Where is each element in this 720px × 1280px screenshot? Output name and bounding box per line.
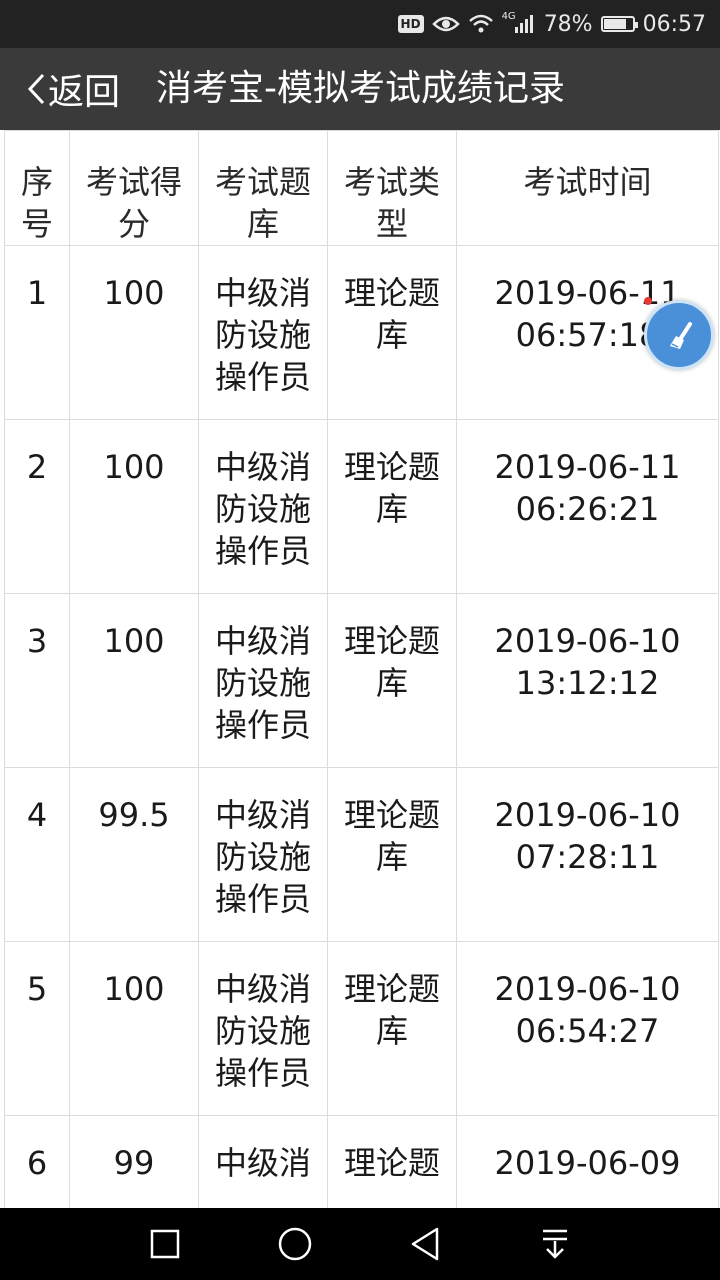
cell-score: 99.5 xyxy=(69,767,199,942)
records-table-container[interactable]: 序号 考试得分 考试题库 考试类型 考试时间 1 100 中级消防设施操作员 理… xyxy=(0,130,720,1208)
cell-type: 理论题库 xyxy=(327,245,457,420)
table-row: 6 99 中级消 理论题 2019-06-09 xyxy=(4,1115,719,1208)
cell-no: 4 xyxy=(4,767,70,942)
cell-date-text: 2019-06-10 xyxy=(494,796,681,834)
cell-time: 2019-06-10 07:28:11 xyxy=(456,767,719,942)
cell-time-text: 06:54:27 xyxy=(515,1012,660,1050)
cell-score: 99 xyxy=(69,1115,199,1208)
battery-level-fill xyxy=(603,19,626,29)
cell-type: 理论题 xyxy=(327,1115,457,1208)
recents-button[interactable] xyxy=(140,1219,190,1269)
table-row: 3 100 中级消防设施操作员 理论题库 2019-06-10 13:12:12 xyxy=(4,593,719,768)
clock: 06:57 xyxy=(642,11,706,37)
cell-score: 100 xyxy=(69,941,199,1116)
column-header-score: 考试得分 xyxy=(69,130,199,246)
network-type-label: 4G xyxy=(501,10,516,22)
table-row: 1 100 中级消防设施操作员 理论题库 2019-06-11 06:57:18 xyxy=(4,245,719,420)
square-recents-icon xyxy=(150,1229,180,1259)
cell-time: 2019-06-10 06:54:27 xyxy=(456,941,719,1116)
column-header-no: 序号 xyxy=(4,130,70,246)
notification-pulldown-icon xyxy=(543,1229,567,1259)
cell-bank: 中级消防设施操作员 xyxy=(198,767,328,942)
home-button[interactable] xyxy=(270,1219,320,1269)
cell-bank: 中级消防设施操作员 xyxy=(198,419,328,594)
records-table: 序号 考试得分 考试题库 考试类型 考试时间 1 100 中级消防设施操作员 理… xyxy=(4,130,719,1208)
cell-time: 2019-06-10 13:12:12 xyxy=(456,593,719,768)
chevron-left-icon xyxy=(27,73,45,105)
notification-pulldown-button[interactable] xyxy=(530,1219,580,1269)
triangle-back-icon xyxy=(411,1227,439,1261)
cell-type: 理论题库 xyxy=(327,941,457,1116)
hd-voice-icon: HD xyxy=(397,15,424,33)
cell-type: 理论题库 xyxy=(327,593,457,768)
cell-score: 100 xyxy=(69,419,199,594)
cell-bank: 中级消防设施操作员 xyxy=(198,941,328,1116)
page-title: 消考宝-模拟考试成绩记录 xyxy=(156,68,565,109)
cell-bank: 中级消防设施操作员 xyxy=(198,245,328,420)
notification-dot xyxy=(644,297,652,305)
cell-no: 2 xyxy=(4,419,70,594)
battery-icon xyxy=(600,16,638,32)
cell-type: 理论题库 xyxy=(327,767,457,942)
cell-type: 理论题库 xyxy=(327,419,457,594)
cell-time: 2019-06-11 06:26:21 xyxy=(456,419,719,594)
column-header-time: 考试时间 xyxy=(456,130,719,246)
cell-bank: 中级消 xyxy=(198,1115,328,1208)
battery-percent: 78% xyxy=(543,11,593,37)
cell-no: 1 xyxy=(4,245,70,420)
table-row: 4 99.5 中级消防设施操作员 理论题库 2019-06-10 07:28:11 xyxy=(4,767,719,942)
cell-no: 3 xyxy=(4,593,70,768)
broom-clean-icon xyxy=(670,322,692,349)
column-header-bank: 考试题库 xyxy=(198,130,328,246)
cell-no: 6 xyxy=(4,1115,70,1208)
back-nav-button[interactable] xyxy=(400,1219,450,1269)
cell-time-text: 07:28:11 xyxy=(515,838,660,876)
cell-date-text: 2019-06-11 xyxy=(494,448,681,486)
cell-date-text: 2019-06-10 xyxy=(494,622,681,660)
wifi-icon xyxy=(468,14,494,34)
title-bar: 返回 消考宝-模拟考试成绩记录 xyxy=(0,48,720,130)
status-bar: HD 4G 78% 06:57 xyxy=(0,0,720,48)
cell-score: 100 xyxy=(69,593,199,768)
back-button[interactable]: 返回 xyxy=(26,48,120,130)
cell-time-text: 13:12:12 xyxy=(515,664,660,702)
cell-no: 5 xyxy=(4,941,70,1116)
cell-score: 100 xyxy=(69,245,199,420)
floating-clean-button[interactable] xyxy=(644,300,714,370)
cell-date-text: 2019-06-10 xyxy=(494,970,681,1008)
circle-home-icon xyxy=(278,1227,312,1261)
cell-time-text: 06:26:21 xyxy=(515,490,660,528)
cell-signal-icon: 4G xyxy=(501,10,536,34)
cell-bank: 中级消防设施操作员 xyxy=(198,593,328,768)
table-row: 2 100 中级消防设施操作员 理论题库 2019-06-11 06:26:21 xyxy=(4,419,719,594)
cell-date-text: 2019-06-09 xyxy=(494,1144,681,1182)
table-header-row: 序号 考试得分 考试题库 考试类型 考试时间 xyxy=(4,130,719,246)
navigation-bar xyxy=(0,1208,720,1280)
table-row: 5 100 中级消防设施操作员 理论题库 2019-06-10 06:54:27 xyxy=(4,941,719,1116)
column-header-type: 考试类型 xyxy=(327,130,457,246)
cell-time: 2019-06-09 xyxy=(456,1115,719,1208)
eye-comfort-icon xyxy=(431,14,460,34)
back-label: 返回 xyxy=(48,72,121,113)
